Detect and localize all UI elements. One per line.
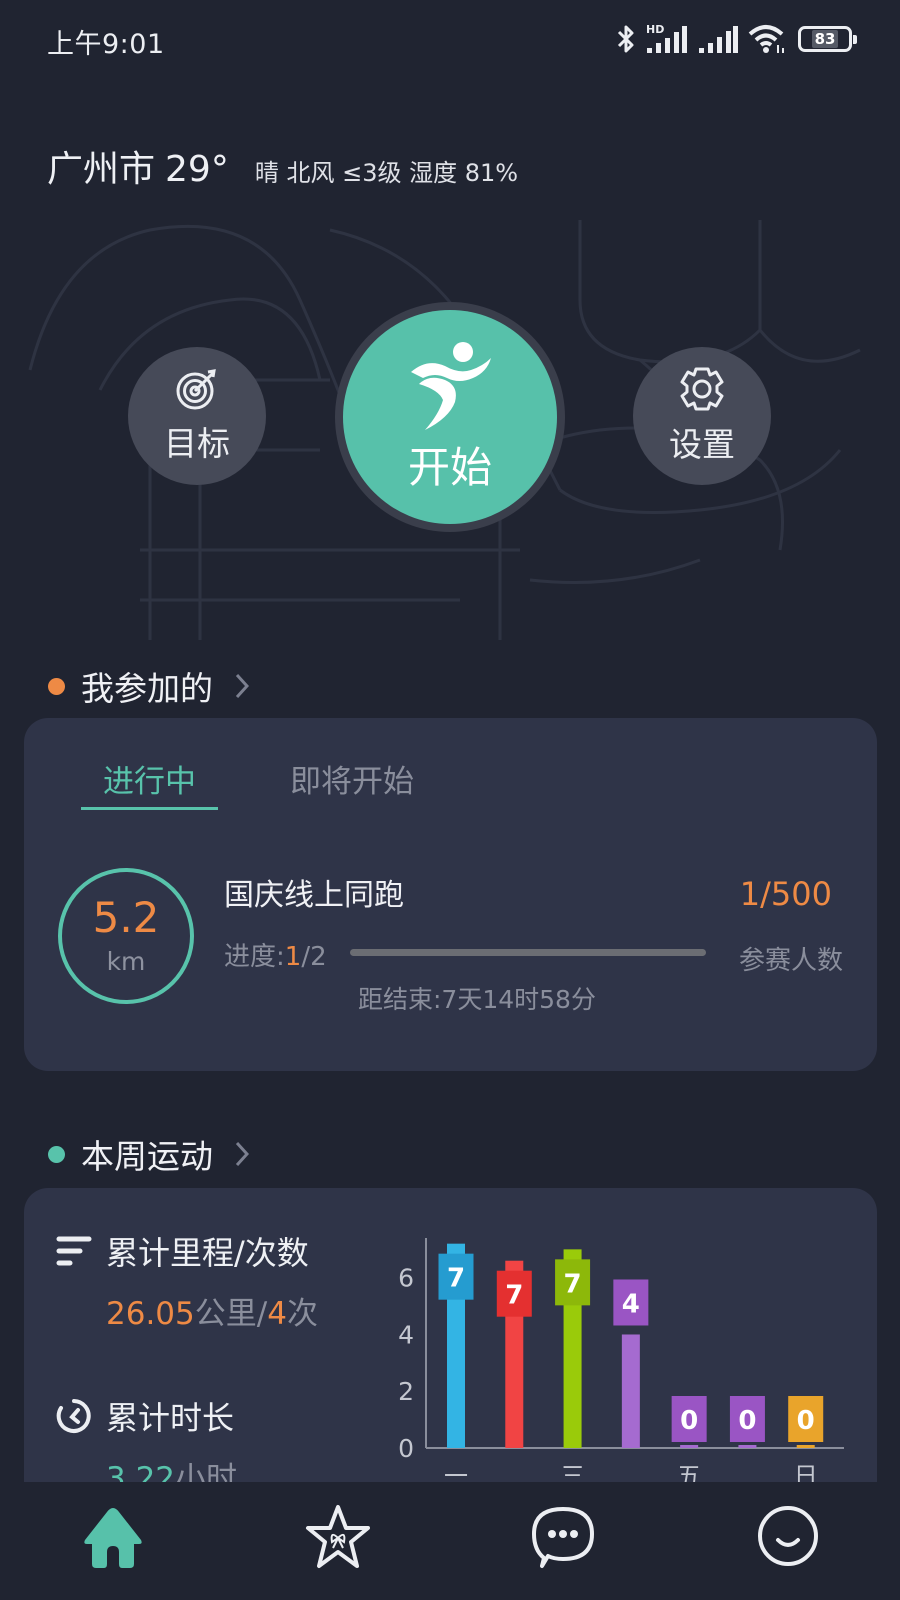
data-label: 7 xyxy=(505,1281,523,1311)
settings-button[interactable]: 设置 xyxy=(633,347,771,485)
runner-icon xyxy=(411,341,491,430)
status-bar: 上午9:01 HD 83 xyxy=(0,0,900,80)
distance-km: 26.05 xyxy=(106,1296,195,1332)
timer-icon xyxy=(56,1399,91,1433)
my-events-title: 我参加的 xyxy=(81,669,213,708)
data-label: 0 xyxy=(680,1406,698,1436)
nav-favorites[interactable] xyxy=(225,1482,450,1600)
weekly-title: 本周运动 xyxy=(81,1137,213,1176)
bar xyxy=(621,1334,640,1448)
event-progress-bar xyxy=(350,949,706,956)
y-tick-label: 6 xyxy=(398,1264,414,1293)
distance-stat-value: 26.05公里/4次 xyxy=(106,1288,318,1333)
y-tick-label: 4 xyxy=(398,1320,414,1349)
svg-text:HD: HD xyxy=(646,23,664,36)
chevron-right-icon xyxy=(235,673,249,699)
bottom-nav xyxy=(0,1482,900,1600)
weekly-dot xyxy=(48,1145,65,1163)
chevron-right-icon xyxy=(235,1141,249,1167)
weather-bar: 广州市 29° 晴 北风 ≤3级 湿度 81% xyxy=(47,140,518,192)
status-time: 上午9:01 xyxy=(47,29,165,60)
event-progress-current: 1 xyxy=(284,942,302,972)
nav-home[interactable] xyxy=(0,1482,225,1600)
target-icon xyxy=(176,369,216,410)
event-remaining-time: 距结束:7天14时58分 xyxy=(358,985,596,1014)
wifi-icon xyxy=(748,25,784,53)
y-tick-label: 0 xyxy=(398,1434,414,1463)
hd-signal-icon: HD xyxy=(646,23,687,53)
bluetooth-icon xyxy=(617,25,634,53)
data-label: 7 xyxy=(564,1269,582,1299)
event-progress-label: 进度: xyxy=(224,942,285,972)
run-count: 4 xyxy=(267,1296,287,1332)
data-label: 7 xyxy=(447,1264,465,1294)
weather-description: 晴 北风 ≤3级 湿度 81% xyxy=(254,159,519,187)
distance-stat: 累计里程/次数 26.05公里/4次 xyxy=(56,1228,318,1333)
signal-icon xyxy=(699,26,738,53)
event-tabs: 进行中 即将开始 xyxy=(81,756,414,810)
my-events-card: 进行中 即将开始 5.2 km 国庆线上同跑 进度:1/2 距结束:7天14时5… xyxy=(24,718,877,1071)
bar xyxy=(796,1445,815,1448)
my-events-dot xyxy=(48,677,65,695)
chat-icon xyxy=(531,1507,594,1568)
event-distance-ring: 5.2 km xyxy=(58,868,194,1004)
my-events-header[interactable]: 我参加的 xyxy=(48,662,249,710)
gear-icon xyxy=(680,367,724,411)
goal-label: 目标 xyxy=(164,424,230,463)
battery-icon: 83 xyxy=(798,26,857,52)
event-progress: 进度:1/2 xyxy=(224,936,327,973)
weather-city: 广州市 xyxy=(47,149,156,190)
start-button[interactable]: 开始 xyxy=(343,310,557,524)
data-label: 4 xyxy=(622,1289,640,1319)
status-icons: HD 83 xyxy=(616,22,857,56)
distance-km-unit: 公里/ xyxy=(194,1296,268,1332)
duration-stat-label: 累计时长 xyxy=(106,1399,235,1437)
y-tick-label: 2 xyxy=(398,1377,414,1406)
goal-button[interactable]: 目标 xyxy=(128,347,266,485)
weather-temperature: 29° xyxy=(165,149,229,190)
data-label: 0 xyxy=(797,1406,815,1436)
weekly-header[interactable]: 本周运动 xyxy=(48,1130,249,1178)
tab-ongoing[interactable]: 进行中 xyxy=(81,756,218,810)
data-label: 0 xyxy=(738,1406,756,1436)
list-icon xyxy=(56,1236,92,1266)
star-icon xyxy=(305,1505,370,1568)
event-participants-label: 参赛人数 xyxy=(738,946,843,976)
smile-icon xyxy=(757,1506,818,1566)
event-distance-value: 5.2 xyxy=(92,892,160,942)
event-participants: 1/500 xyxy=(739,875,832,913)
distance-stat-label: 累计里程/次数 xyxy=(106,1234,309,1272)
event-name[interactable]: 国庆线上同跑 xyxy=(224,870,404,914)
bar xyxy=(680,1445,699,1448)
nav-messages[interactable] xyxy=(450,1482,675,1600)
tab-upcoming[interactable]: 即将开始 xyxy=(290,756,414,810)
settings-label: 设置 xyxy=(669,425,735,464)
weekly-bar-chart: 0246 7一7 7三40五0 0日 xyxy=(398,1238,844,1490)
start-label: 开始 xyxy=(407,442,492,492)
event-progress-total: /2 xyxy=(301,942,327,972)
bar xyxy=(738,1445,757,1448)
run-count-unit: 次 xyxy=(286,1296,318,1332)
nav-profile[interactable] xyxy=(675,1482,900,1600)
battery-level: 83 xyxy=(811,30,839,48)
home-icon xyxy=(83,1508,142,1568)
event-distance-unit: km xyxy=(106,946,146,976)
